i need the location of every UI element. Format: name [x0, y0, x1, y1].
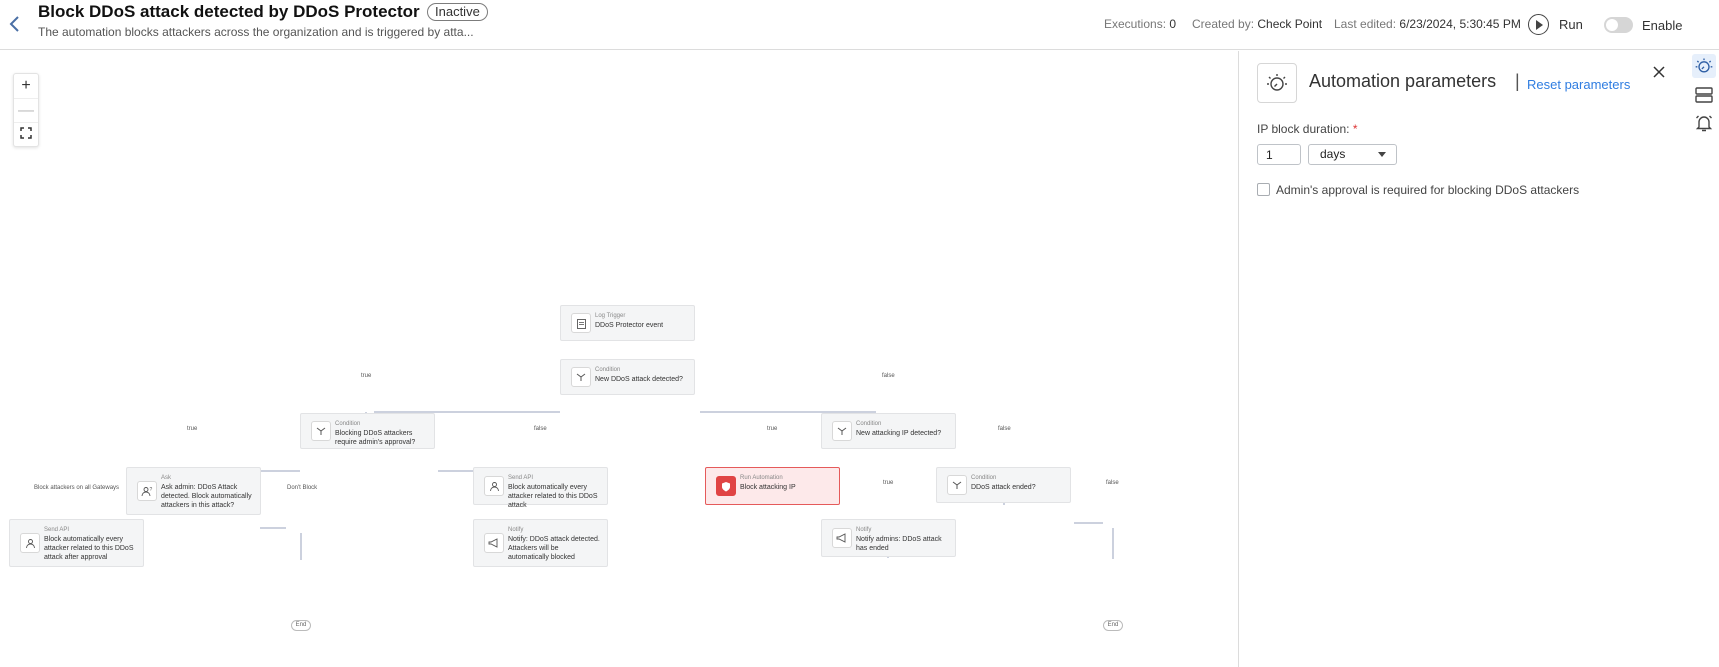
node-condition-new-ip[interactable]: Condition New attacking IP detected? [821, 413, 956, 449]
admin-approval-label: Admin's approval is required for blockin… [1276, 183, 1580, 197]
node-text: DDoS attack ended? [971, 484, 1036, 491]
node-text: Block attacking IP [740, 484, 796, 491]
enable-label: Enable [1642, 18, 1683, 33]
node-type: Ask [161, 475, 172, 481]
edge-label-true: true [767, 426, 778, 432]
enable-toggle[interactable] [1604, 17, 1633, 33]
alerts-tab[interactable] [1692, 111, 1716, 135]
back-arrow-icon[interactable] [6, 13, 24, 35]
node-text: New attacking IP detected? [856, 430, 942, 437]
reset-parameters-link[interactable]: Reset parameters [1527, 77, 1630, 92]
node-type: Condition [595, 367, 621, 373]
node-text: New DDoS attack detected? [595, 376, 683, 383]
node-run-automation-block-ip[interactable]: Run Automation Block attacking IP [705, 467, 840, 505]
megaphone-icon [484, 533, 504, 553]
megaphone-icon [832, 528, 852, 548]
node-type: Notify [856, 527, 872, 533]
node-condition-new-attack[interactable]: Condition New DDoS attack detected? [560, 359, 695, 395]
page-title: Block DDoS attack detected by DDoS Prote… [38, 2, 420, 21]
node-type: Notify [508, 527, 524, 533]
automation-parameters-panel: Automation parameters | Reset parameters… [1238, 51, 1689, 667]
created-by: Created by: Check Point [1192, 17, 1322, 31]
close-icon[interactable] [1650, 63, 1668, 81]
node-type: Log Trigger [595, 313, 626, 319]
node-text: Ask admin: DDoS Attack detected. Block a… [161, 484, 252, 509]
panel-title: Automation parameters [1309, 71, 1497, 91]
automation-icon [1695, 58, 1713, 73]
end-node[interactable]: End [291, 620, 311, 631]
duration-unit-value: days [1320, 147, 1346, 161]
user-question-icon: ? [137, 481, 157, 501]
svg-text:?: ? [150, 487, 153, 493]
executions-count: Executions: 0 [1104, 17, 1176, 31]
branch-icon [311, 421, 331, 441]
node-type: Send API [44, 527, 70, 533]
edge-label-true: true [361, 373, 372, 379]
edge-label-true: true [187, 426, 198, 432]
node-log-trigger[interactable]: Log Trigger DDoS Protector event [560, 305, 695, 341]
required-mark: * [1352, 122, 1358, 136]
node-type: Send API [508, 475, 534, 481]
last-edited-label: Last edited: [1334, 17, 1397, 31]
node-text: Blocking DDoS attackers require admin's … [335, 430, 416, 446]
clipboard-icon [571, 313, 591, 333]
header-bar: Block DDoS attack detected by DDoS Prote… [0, 0, 1719, 50]
node-notify-ended[interactable]: Notify Notify admins: DDoS attack has en… [821, 519, 956, 557]
shield-icon [716, 476, 736, 496]
page-description: The automation blocks attackers across t… [38, 25, 474, 39]
edge-label-block-all: Block attackers on all Gateways [34, 485, 120, 491]
branch-icon [832, 421, 852, 441]
node-send-api-after-approval[interactable]: Send API Block automatically every attac… [9, 519, 144, 567]
node-notify-blocked[interactable]: Notify Notify: DDoS attack detected. Att… [473, 519, 608, 567]
created-by-value: Check Point [1257, 17, 1323, 31]
automation-icon [1257, 63, 1297, 103]
end-node[interactable]: End [1103, 620, 1123, 631]
status-badge: Inactive [427, 3, 488, 21]
ip-block-label-text: IP block duration: [1257, 122, 1350, 136]
node-type: Run Automation [740, 475, 783, 481]
layers-icon [1695, 87, 1713, 103]
node-type: Condition [335, 421, 361, 427]
edge-label-false: false [534, 426, 547, 432]
chevron-down-icon [1378, 152, 1386, 157]
duration-unit-select[interactable]: days [1308, 144, 1397, 165]
node-text: Block automatically every attacker relat… [508, 484, 598, 509]
branch-icon [571, 367, 591, 387]
node-text: Notify admins: DDoS attack has ended [856, 536, 942, 552]
node-text: Notify: DDoS attack detected. Attackers … [508, 536, 600, 561]
branch-icon [947, 475, 967, 495]
alarm-bell-icon [1695, 115, 1713, 132]
workflow-canvas[interactable]: + — true false true false true false Blo… [0, 51, 1238, 667]
admin-approval-checkbox[interactable] [1257, 183, 1270, 196]
executions-value: 0 [1169, 17, 1177, 31]
play-icon [1528, 14, 1549, 35]
edge-label-false: false [882, 373, 895, 379]
api-user-icon [20, 533, 40, 553]
run-button[interactable]: Run [1528, 14, 1583, 35]
ip-block-duration-label: IP block duration: * [1257, 122, 1358, 136]
executions-label: Executions: [1104, 17, 1167, 31]
automation-parameters-tab[interactable] [1692, 54, 1716, 78]
last-edited-value: 6/23/2024, 5:30:45 PM [1399, 17, 1521, 31]
api-user-icon [484, 476, 504, 496]
run-label: Run [1559, 17, 1583, 32]
node-send-api-every[interactable]: Send API Block automatically every attac… [473, 467, 608, 509]
title-separator: | [1515, 71, 1520, 91]
created-by-label: Created by: [1192, 17, 1255, 31]
node-type: Condition [971, 475, 997, 481]
edge-label-false: false [1106, 480, 1119, 486]
edge-label-false: false [998, 426, 1011, 432]
right-rail [1689, 51, 1719, 667]
node-text: DDoS Protector event [595, 322, 664, 329]
edge-label-dont-block: Don't Block [287, 485, 318, 491]
layout-tab[interactable] [1692, 83, 1716, 107]
edge-label-true: true [883, 480, 894, 486]
node-condition-require-approval[interactable]: Condition Blocking DDoS attackers requir… [300, 413, 435, 449]
node-text: Block automatically every attacker relat… [44, 536, 134, 561]
last-edited: Last edited: 6/23/2024, 5:30:45 PM [1334, 17, 1521, 31]
node-type: Condition [856, 421, 882, 427]
node-condition-attack-ended[interactable]: Condition DDoS attack ended? [936, 467, 1071, 503]
duration-value-input[interactable] [1257, 144, 1301, 165]
node-ask-admin[interactable]: ? Ask Ask admin: DDoS Attack detected. B… [126, 467, 261, 515]
